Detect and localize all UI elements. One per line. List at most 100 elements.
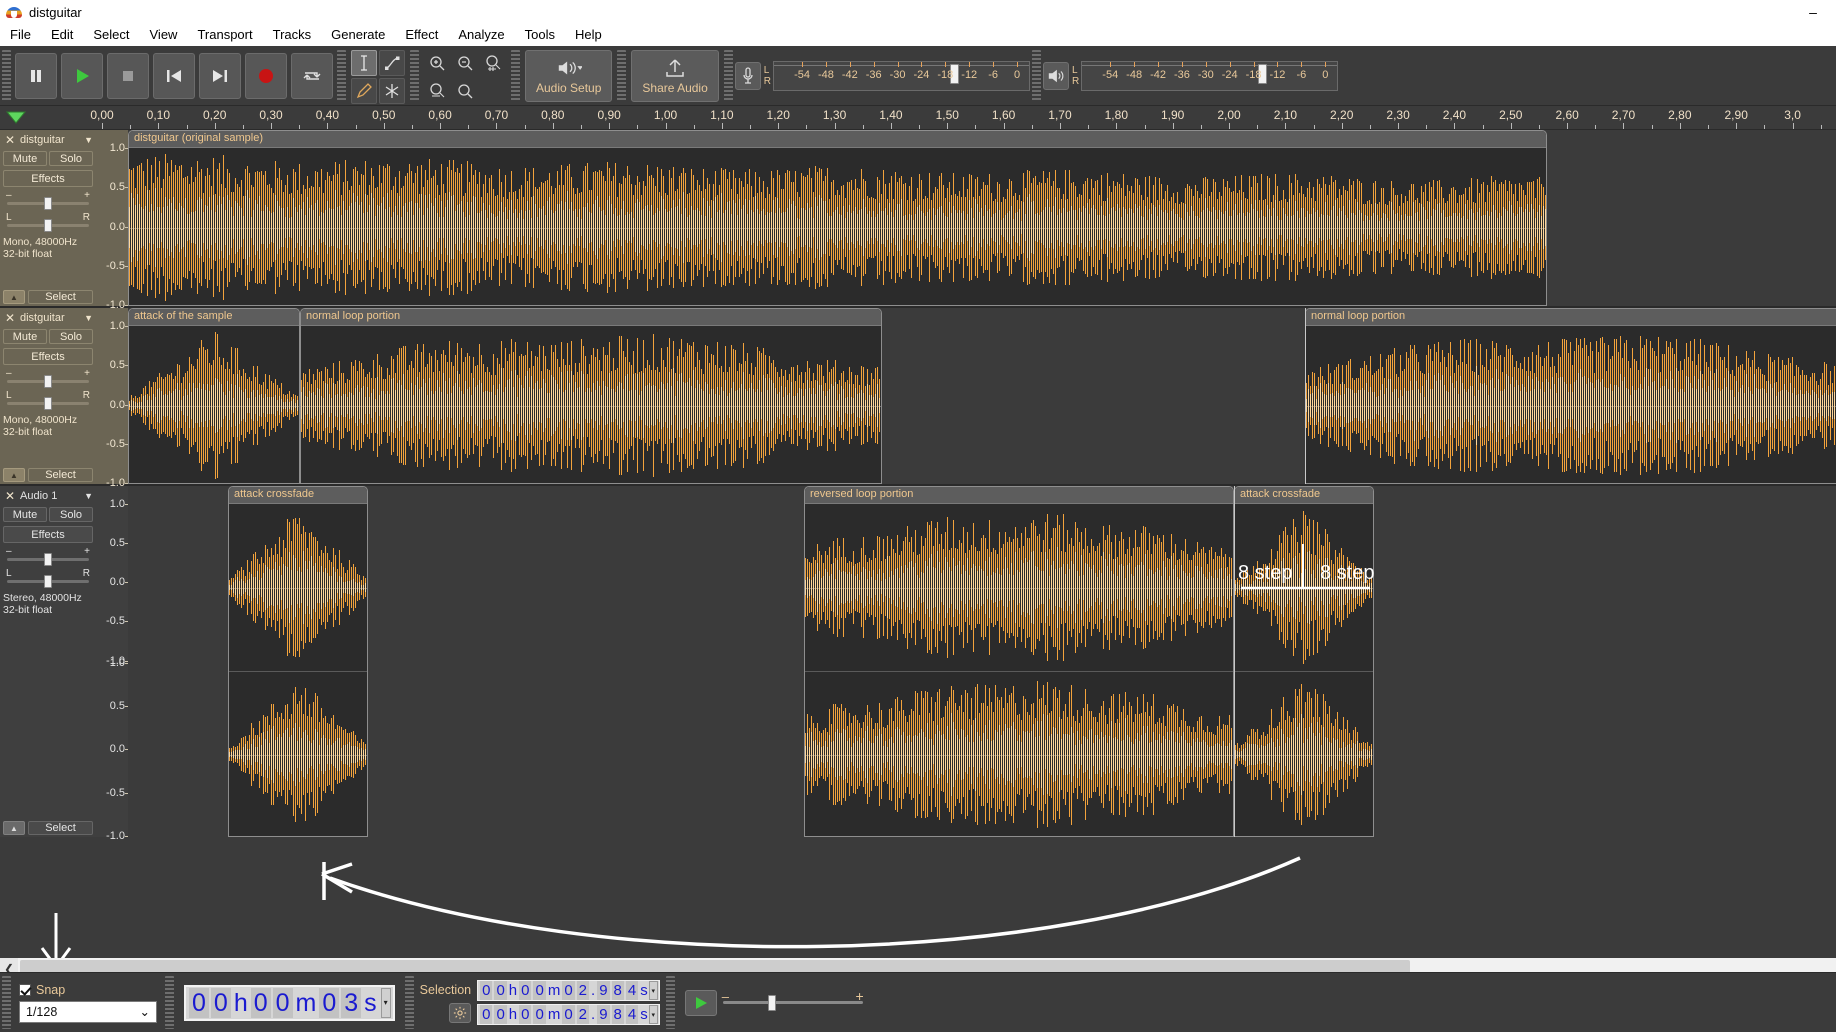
selection-start-field[interactable]: 00h00m02.984s▾ [477, 980, 660, 1001]
track-2-panel[interactable]: ✕ distguitar ▼ Mute Solo Effects –+ LR M… [0, 308, 96, 484]
time-unit[interactable]: m [294, 988, 319, 1018]
time-unit[interactable]: h [232, 988, 250, 1018]
edit-toolbar-grip[interactable] [410, 50, 419, 101]
audio-clip[interactable]: reversed loop portion [804, 486, 1234, 837]
time-digit[interactable]: 8 [612, 1005, 624, 1024]
track-2-wave-area[interactable]: attack of the samplenormal loop portionn… [128, 308, 1836, 484]
selection-tool[interactable] [351, 50, 377, 76]
track-2-collapse-button[interactable]: ▲ [3, 468, 25, 482]
track-2-mute-button[interactable]: Mute [3, 329, 47, 344]
gain-slider-thumb[interactable] [44, 375, 52, 388]
clip-waveform[interactable] [805, 504, 1233, 836]
time-digit[interactable]: 2 [577, 1005, 589, 1024]
audio-clip[interactable]: normal loop portion [1305, 308, 1836, 484]
audio-clip[interactable]: attack crossfade [1234, 486, 1374, 837]
transport-toolbar-grip[interactable] [2, 50, 11, 101]
close-icon[interactable]: ✕ [3, 133, 17, 147]
time-digit[interactable]: 2 [577, 981, 589, 1000]
timeline-ruler[interactable]: 0,000,100,200,300,400,500,600,700,800,90… [31, 106, 1836, 129]
track-3-pan-slider[interactable]: LR [3, 570, 93, 587]
time-digit[interactable]: 0 [533, 1005, 545, 1024]
track-3-select-button[interactable]: Select [28, 821, 93, 835]
clip-title[interactable]: attack crossfade [229, 487, 367, 504]
play-meter-scale[interactable]: -54-48-42-36-30-24-18-12-60 [1081, 61, 1338, 91]
multi-tool[interactable] [379, 78, 405, 104]
close-icon[interactable]: ✕ [3, 489, 17, 503]
time-digit[interactable]: 0 [480, 1005, 492, 1024]
clip-waveform[interactable] [129, 326, 299, 483]
skip-to-start-button[interactable] [153, 53, 195, 99]
time-toolbar-grip[interactable] [165, 976, 174, 1029]
skip-to-end-button[interactable] [199, 53, 241, 99]
time-unit[interactable]: . [590, 981, 596, 1000]
zoom-out-button[interactable] [452, 50, 478, 76]
share-audio-button[interactable]: Share Audio [631, 50, 718, 102]
track-3-solo-button[interactable]: Solo [49, 507, 93, 522]
clip-waveform[interactable] [229, 504, 367, 836]
clip-title[interactable]: reversed loop portion [805, 487, 1233, 504]
play-at-speed-grip[interactable] [666, 976, 675, 1029]
time-digit[interactable]: 0 [533, 981, 545, 1000]
menu-tools[interactable]: Tools [515, 24, 565, 46]
close-icon[interactable]: ✕ [3, 311, 17, 325]
zoom-in-button[interactable] [424, 50, 450, 76]
gear-icon[interactable] [449, 1003, 471, 1023]
time-digit[interactable]: 0 [519, 981, 531, 1000]
track-3-gain-slider[interactable]: –+ [3, 548, 93, 565]
time-digit[interactable]: 0 [562, 1005, 574, 1024]
clip-title[interactable]: attack of the sample [129, 309, 299, 326]
track-1-mute-button[interactable]: Mute [3, 151, 47, 166]
clip-title[interactable]: distguitar (original sample) [129, 131, 1546, 148]
speaker-icon[interactable] [1043, 62, 1069, 90]
track-3-name[interactable]: Audio 1 [20, 490, 81, 502]
loop-button[interactable] [291, 53, 333, 99]
time-unit[interactable]: h [508, 981, 518, 1000]
chevron-down-icon[interactable]: ▼ [84, 135, 93, 145]
track-3-collapse-button[interactable]: ▲ [3, 821, 25, 835]
time-unit[interactable]: m [547, 1005, 562, 1024]
record-button[interactable] [245, 53, 287, 99]
tools-toolbar-grip[interactable] [337, 50, 346, 101]
track-2-gain-slider[interactable]: –+ [3, 370, 93, 387]
clip-title[interactable]: normal loop portion [301, 309, 881, 326]
audio-clip[interactable]: normal loop portion [300, 308, 882, 484]
envelope-tool[interactable] [379, 50, 405, 76]
time-digit[interactable]: 9 [597, 1005, 609, 1024]
track-3-vertical-ruler[interactable]: 1.00.50.0-0.5-1.01.00.50.0-0.5-1.0 [96, 486, 128, 837]
time-spinner[interactable]: ▾ [649, 1005, 658, 1024]
time-unit[interactable]: m [547, 981, 562, 1000]
track-1-collapse-button[interactable]: ▲ [3, 290, 25, 304]
track-3-panel[interactable]: ✕ Audio 1 ▼ Mute Solo Effects –+ LR Ster… [0, 486, 96, 837]
time-digit[interactable]: 4 [626, 1005, 638, 1024]
time-unit[interactable]: s [639, 981, 649, 1000]
menu-view[interactable]: View [140, 24, 188, 46]
audio-clip[interactable]: attack of the sample [128, 308, 300, 484]
time-digit[interactable]: 3 [341, 988, 361, 1018]
selection-end-field[interactable]: 00h00m02.984s▾ [477, 1004, 660, 1025]
clip-waveform[interactable] [129, 148, 1546, 305]
microphone-icon[interactable] [735, 62, 761, 90]
record-meter-scale[interactable]: -54-48-42-36-30-24-18-12-60 [773, 61, 1030, 91]
gain-slider-thumb[interactable] [44, 553, 52, 566]
time-digit[interactable]: 0 [519, 1005, 531, 1024]
pan-slider-thumb[interactable] [44, 219, 52, 232]
menu-generate[interactable]: Generate [321, 24, 395, 46]
menu-analyze[interactable]: Analyze [448, 24, 514, 46]
track-1-gain-slider[interactable]: –+ [3, 192, 93, 209]
time-digit[interactable]: 4 [626, 981, 638, 1000]
track-1-panel[interactable]: ✕ distguitar ▼ Mute Solo Effects –+ LR M… [0, 130, 96, 306]
snap-toolbar-grip[interactable] [2, 976, 11, 1029]
time-digit[interactable]: 0 [562, 981, 574, 1000]
recording-meter[interactable]: LR -54-48-42-36-30-24-18-12-60 [735, 50, 1030, 101]
chevron-down-icon[interactable]: ▼ [84, 491, 93, 501]
clip-title[interactable]: attack crossfade [1235, 487, 1373, 504]
track-2-select-button[interactable]: Select [28, 468, 93, 482]
track-2-solo-button[interactable]: Solo [49, 329, 93, 344]
time-unit[interactable]: . [590, 1005, 596, 1024]
track-2-name[interactable]: distguitar [20, 312, 81, 324]
time-spinner[interactable]: ▾ [381, 988, 391, 1018]
fit-project-button[interactable] [424, 78, 450, 104]
zoom-toggle-button[interactable] [452, 78, 478, 104]
time-digit[interactable]: 9 [597, 981, 609, 1000]
gain-slider-thumb[interactable] [44, 197, 52, 210]
